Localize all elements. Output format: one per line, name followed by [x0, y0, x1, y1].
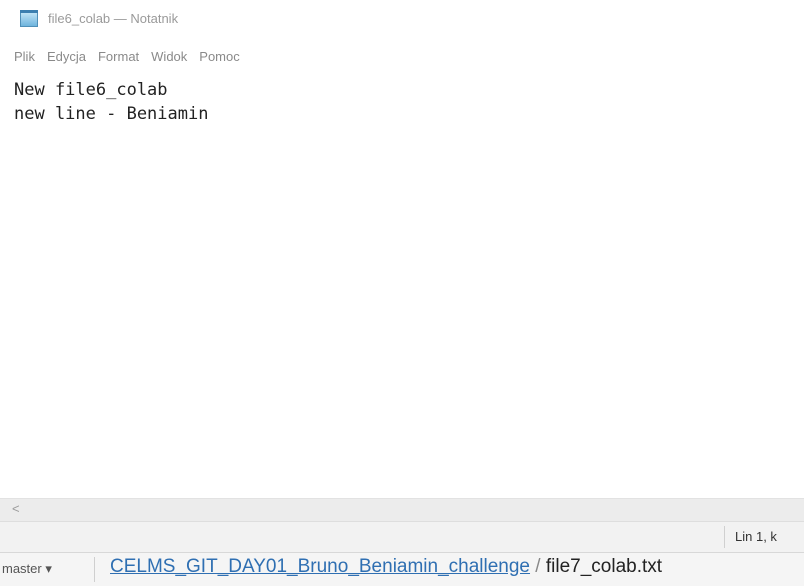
- menu-item-format[interactable]: Format: [92, 46, 145, 68]
- file-path: CELMS_GIT_DAY01_Bruno_Beniamin_challenge…: [110, 556, 662, 578]
- repo-link[interactable]: CELMS_GIT_DAY01_Bruno_Beniamin_challenge: [110, 556, 530, 577]
- notepad-icon: [20, 10, 38, 27]
- file-name: file7_colab.txt: [545, 556, 663, 577]
- window-title: file6_colab — Notatnik: [48, 10, 179, 26]
- editor-line: New file6_colab: [14, 80, 168, 100]
- menu-item-widok[interactable]: Widok: [145, 46, 193, 68]
- status-bar: Lin 1, k: [0, 521, 804, 552]
- repo-path-strip: master ▾ CELMS_GIT_DAY01_Bruno_Beniamin_…: [0, 552, 804, 586]
- editor-content[interactable]: New file6_colabnew line - Beniamin: [14, 78, 208, 126]
- horizontal-scrollbar[interactable]: <: [0, 498, 804, 521]
- status-divider: [724, 526, 725, 548]
- editor-line: new line - Beniamin: [14, 104, 209, 124]
- menu-item-plik[interactable]: Plik: [0, 46, 41, 68]
- menu-item-edycja[interactable]: Edycja: [41, 46, 92, 68]
- menu-bar: Plik Edycja Format Widok Pomoc: [0, 46, 804, 68]
- menu-item-pomoc[interactable]: Pomoc: [193, 46, 245, 68]
- path-separator: /: [530, 556, 546, 577]
- branch-selector[interactable]: master ▾: [2, 561, 52, 577]
- text-editor-area[interactable]: New file6_colabnew line - Beniamin: [0, 76, 804, 498]
- title-bar: file6_colab — Notatnik: [0, 0, 804, 36]
- cursor-position: Lin 1, k: [735, 529, 777, 544]
- scroll-left-icon[interactable]: <: [12, 501, 20, 516]
- branch-divider: [94, 557, 95, 582]
